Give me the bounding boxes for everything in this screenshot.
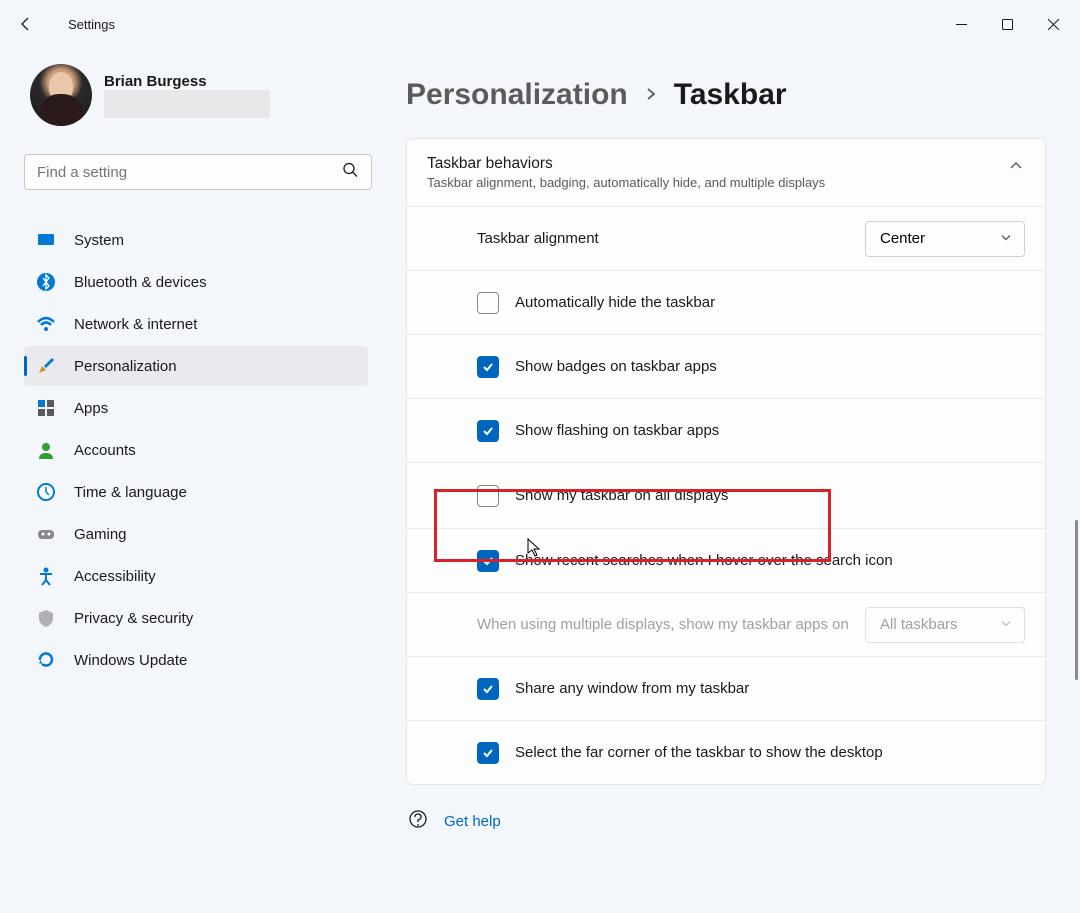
nav-time[interactable]: Time & language [24,472,368,512]
update-icon [36,650,56,670]
clock-icon [36,482,56,502]
nav-accessibility[interactable]: Accessibility [24,556,368,596]
card-header[interactable]: Taskbar behaviors Taskbar alignment, bad… [407,139,1045,206]
help-icon [408,809,428,834]
row-label: Show my taskbar on all displays [515,487,1025,504]
nav-network[interactable]: Network & internet [24,304,368,344]
nav-bluetooth[interactable]: Bluetooth & devices [24,262,368,302]
multi-display-dropdown: All taskbars [865,607,1025,643]
user-email-placeholder [104,90,270,118]
row-label: Taskbar alignment [477,230,849,247]
breadcrumb: Personalization Taskbar [406,78,1046,112]
breadcrumb-current: Taskbar [674,78,787,112]
taskbar-alignment-dropdown[interactable]: Center [865,221,1025,257]
nav-system[interactable]: System [24,220,368,260]
checkbox-auto-hide[interactable] [477,292,499,314]
breadcrumb-separator-icon [644,84,658,107]
row-label: Show recent searches when I hover over t… [515,552,1025,569]
nav-list: System Bluetooth & devices Network & int… [24,220,368,680]
checkbox-far-corner[interactable] [477,742,499,764]
window-title: Settings [68,17,115,32]
person-icon [36,440,56,460]
nav-label: Bluetooth & devices [74,274,207,291]
row-taskbar-alignment: Taskbar alignment Center [407,206,1045,270]
nav-label: Windows Update [74,652,187,669]
user-name: Brian Burgess [104,73,270,90]
breadcrumb-parent[interactable]: Personalization [406,78,628,112]
row-label: Automatically hide the taskbar [515,294,1025,311]
titlebar: Settings [0,0,1080,48]
back-button[interactable] [4,2,48,46]
nav-label: Accessibility [74,568,156,585]
nav-label: Network & internet [74,316,197,333]
nav-privacy[interactable]: Privacy & security [24,598,368,638]
wifi-icon [36,314,56,334]
row-badges: Show badges on taskbar apps [407,334,1045,398]
get-help-link[interactable]: Get help [444,813,501,830]
nav-label: Time & language [74,484,187,501]
shield-icon [36,608,56,628]
nav-personalization[interactable]: Personalization [24,346,368,386]
row-auto-hide: Automatically hide the taskbar [407,270,1045,334]
row-recent-searches: Show recent searches when I hover over t… [407,528,1045,592]
avatar [30,64,92,126]
nav-update[interactable]: Windows Update [24,640,368,680]
dropdown-value: Center [880,230,925,247]
maximize-button[interactable] [984,8,1030,40]
help-row: Get help [406,785,1046,834]
search-input[interactable] [24,154,372,190]
nav-label: Gaming [74,526,127,543]
main-content: Personalization Taskbar Taskbar behavior… [380,48,1080,913]
row-label: Share any window from my taskbar [515,680,1025,697]
accessibility-icon [36,566,56,586]
nav-apps[interactable]: Apps [24,388,368,428]
nav-label: Apps [74,400,108,417]
checkbox-share-window[interactable] [477,678,499,700]
row-multi-display-apps: When using multiple displays, show my ta… [407,592,1045,656]
gamepad-icon [36,524,56,544]
scrollbar-thumb[interactable] [1075,520,1078,680]
checkbox-all-displays[interactable] [477,485,499,507]
row-label: When using multiple displays, show my ta… [477,616,849,633]
chevron-down-icon [1000,616,1012,633]
paintbrush-icon [36,356,56,376]
row-far-corner: Select the far corner of the taskbar to … [407,720,1045,784]
nav-accounts[interactable]: Accounts [24,430,368,470]
nav-label: Personalization [74,358,177,375]
row-flashing: Show flashing on taskbar apps [407,398,1045,462]
sidebar: Brian Burgess System [0,48,380,913]
monitor-icon [36,230,56,250]
nav-label: Accounts [74,442,136,459]
chevron-up-icon [1009,159,1023,178]
nav-gaming[interactable]: Gaming [24,514,368,554]
row-all-displays: Show my taskbar on all displays [407,462,1045,528]
card-subtitle: Taskbar alignment, badging, automaticall… [427,175,991,190]
checkbox-flashing[interactable] [477,420,499,442]
checkbox-badges[interactable] [477,356,499,378]
search-icon [342,162,358,183]
taskbar-behaviors-card: Taskbar behaviors Taskbar alignment, bad… [406,138,1046,785]
row-label: Show flashing on taskbar apps [515,422,1025,439]
chevron-down-icon [1000,230,1012,247]
close-button[interactable] [1030,8,1076,40]
card-title: Taskbar behaviors [427,155,991,173]
dropdown-value: All taskbars [880,616,958,633]
user-profile[interactable]: Brian Burgess [24,64,368,126]
nav-label: System [74,232,124,249]
row-label: Select the far corner of the taskbar to … [515,744,1025,761]
row-label: Show badges on taskbar apps [515,358,1025,375]
apps-icon [36,398,56,418]
checkbox-recent-searches[interactable] [477,550,499,572]
row-share-window: Share any window from my taskbar [407,656,1045,720]
bluetooth-icon [36,272,56,292]
minimize-button[interactable] [938,8,984,40]
nav-label: Privacy & security [74,610,193,627]
